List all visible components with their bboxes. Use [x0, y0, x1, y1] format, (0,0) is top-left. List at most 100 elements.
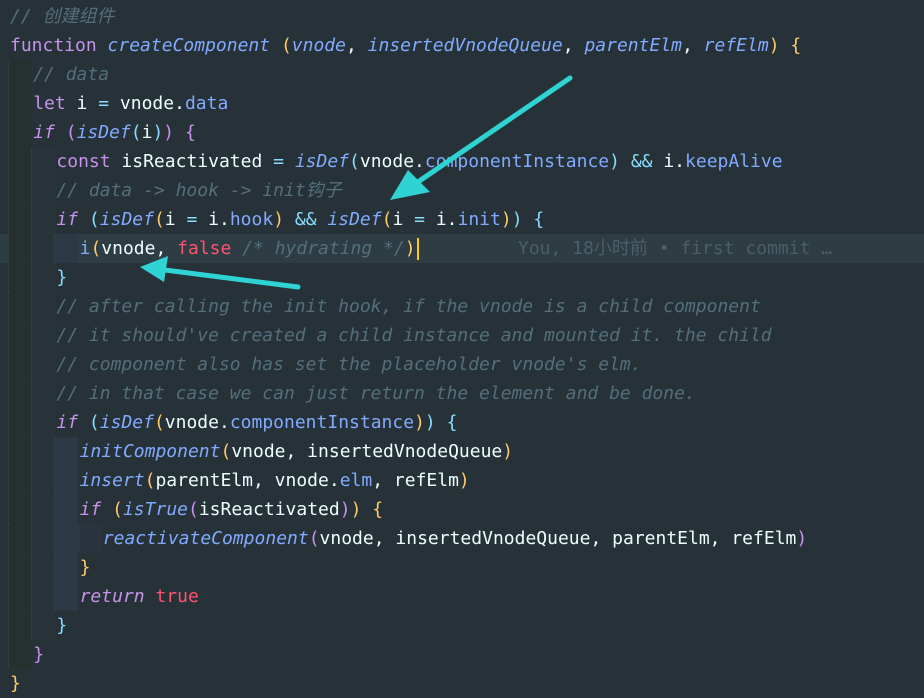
- indent-guide: [54, 524, 79, 553]
- code-line[interactable]: }: [0, 640, 924, 669]
- code-token: // component also has set the placeholde…: [56, 354, 642, 375]
- indent-guide: [8, 234, 32, 263]
- code-line[interactable]: }: [0, 611, 924, 640]
- code-line[interactable]: function createComponent (vnode, inserte…: [0, 31, 924, 60]
- indent-guide: [31, 147, 56, 176]
- code-line[interactable]: i(vnode, false /* hydrating */) You, 18小时…: [0, 234, 924, 263]
- code-token: // data -> hook -> init钩子: [56, 180, 342, 201]
- indent-guide: [8, 89, 32, 118]
- code-line[interactable]: if (isDef(vnode.componentInstance)) {: [0, 408, 924, 437]
- code-line[interactable]: // data -> hook -> init钩子: [0, 176, 924, 205]
- code-token: ): [414, 412, 425, 433]
- code-line[interactable]: let i = vnode.data: [0, 89, 924, 118]
- code-token: const: [56, 151, 122, 172]
- code-token: initComponent: [79, 441, 221, 462]
- indent-guide: [31, 582, 56, 611]
- code-token: i.: [197, 209, 230, 230]
- code-token: ,: [681, 35, 704, 56]
- code-token: // 创建组件: [10, 6, 115, 27]
- indent-guide: [8, 118, 32, 147]
- code-token: ): [796, 528, 808, 549]
- indent-guide: [31, 176, 56, 205]
- code-line[interactable]: // it should've created a child instance…: [0, 321, 924, 350]
- code-text: // after calling the init hook, if the v…: [56, 292, 760, 321]
- code-line[interactable]: initComponent(vnode, insertedVnodeQueue): [0, 437, 924, 466]
- code-token: parentElm, vnode.: [155, 470, 340, 491]
- code-token: {: [446, 412, 458, 433]
- indent-guide: [8, 640, 32, 669]
- code-line[interactable]: if (isDef(i = i.hook) && isDef(i = i.ini…: [0, 205, 924, 234]
- code-token: {: [372, 499, 384, 520]
- indent-guide: [8, 205, 32, 234]
- indent-guide: [31, 611, 56, 640]
- code-token: // after calling the init hook, if the v…: [56, 296, 761, 317]
- indent-guide: [54, 495, 79, 524]
- code-token: (: [153, 209, 165, 230]
- code-line[interactable]: if (isTrue(isReactivated)) {: [0, 495, 924, 524]
- git-blame-annotation: You, 18小时前 • first commit …: [518, 238, 833, 259]
- code-line[interactable]: }: [0, 263, 924, 292]
- indent-guide: [54, 582, 79, 611]
- code-text: }: [33, 640, 44, 669]
- code-token: isDef: [99, 412, 154, 433]
- indent-guide: [54, 437, 79, 466]
- indent-guide: [8, 379, 32, 408]
- code-token: (: [349, 151, 360, 172]
- code-token: isDef: [294, 151, 350, 172]
- code-text: return true: [80, 582, 199, 611]
- code-editor[interactable]: // 创建组件 function createComponent (vnode, …: [0, 0, 924, 695]
- indent-guide: [8, 466, 32, 495]
- code-line[interactable]: return true: [0, 582, 924, 611]
- code-line[interactable]: const isReactivated = isDef(vnode.compon…: [0, 147, 924, 176]
- code-line[interactable]: insert(parentElm, vnode.elm, refElm): [0, 466, 924, 495]
- code-token: i.: [652, 151, 686, 172]
- code-token: (: [144, 470, 156, 491]
- code-text: let i = vnode.data: [33, 89, 228, 118]
- code-token: }: [79, 557, 91, 578]
- indent-guide: [8, 350, 32, 379]
- code-line[interactable]: }: [0, 553, 924, 582]
- code-token: (: [153, 412, 165, 433]
- code-token: vnode.: [164, 412, 230, 433]
- text-cursor: [416, 238, 419, 260]
- code-token: i: [76, 93, 99, 114]
- code-token: data: [184, 93, 229, 114]
- code-text: }: [80, 553, 91, 582]
- code-text: // data -> hook -> init钩子: [56, 176, 341, 205]
- code-text: }: [56, 263, 67, 292]
- indent-guide: [31, 524, 56, 553]
- indent-guide: [8, 176, 32, 205]
- code-line[interactable]: if (isDef(i)) {: [0, 118, 924, 147]
- indent-guide: [8, 292, 32, 321]
- code-line[interactable]: // component also has set the placeholde…: [0, 350, 924, 379]
- code-line[interactable]: // data: [0, 60, 924, 89]
- code-token: componentInstance: [229, 412, 415, 433]
- code-token: isReactivated: [198, 499, 340, 520]
- code-token: /* hydrating */: [242, 238, 405, 259]
- code-text: // component also has set the placeholde…: [56, 350, 641, 379]
- code-line[interactable]: // 创建组件: [0, 2, 924, 31]
- code-token: // data: [33, 64, 110, 85]
- indent-guide: [8, 611, 32, 640]
- code-token: =: [186, 209, 198, 230]
- indent-guide: [8, 553, 32, 582]
- code-token: let: [33, 93, 77, 114]
- code-line[interactable]: reactivateComponent(vnode, insertedVnode…: [0, 524, 924, 553]
- indent-guide: [8, 495, 32, 524]
- code-token: =: [98, 93, 110, 114]
- indent-guide: [8, 408, 32, 437]
- code-token: insert: [79, 470, 145, 491]
- indent-guide: [8, 263, 32, 292]
- code-line[interactable]: // after calling the init hook, if the v…: [0, 292, 924, 321]
- code-line[interactable]: // in that case we can just return the e…: [0, 379, 924, 408]
- code-text: i(vnode, false /* hydrating */): [80, 234, 419, 263]
- code-token: i: [392, 209, 415, 230]
- code-token: {: [790, 35, 802, 56]
- code-line[interactable]: }: [0, 669, 924, 698]
- code-token: i: [164, 209, 187, 230]
